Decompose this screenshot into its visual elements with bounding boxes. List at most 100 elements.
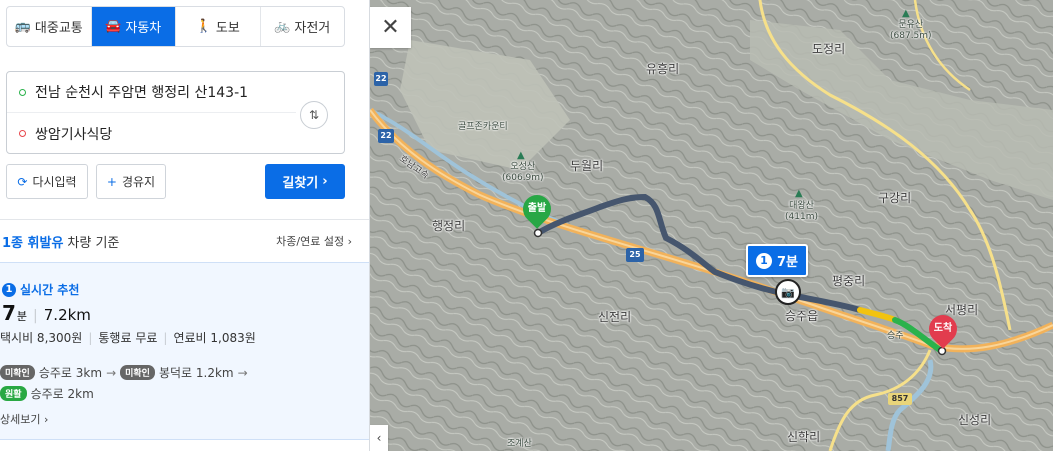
result-title-label: 실시간 추천 (20, 283, 80, 297)
mountain-label: 문유산 (687.5m) (890, 20, 932, 41)
walk-icon: 🚶 (195, 19, 212, 34)
swap-arrows-icon: ⇅ (308, 108, 320, 122)
highway-shield-label: 22 (380, 131, 392, 140)
route-time: 7분 (776, 255, 798, 270)
route-actions: ⟳ 다시입력 + 경유지 길찾기 › (6, 164, 345, 199)
route-result-card[interactable]: 1 실시간 추천 7 분 | 7.2km 택시비 8,300원 | 통행료 무료… (0, 262, 369, 440)
traffic-badge: 원활 (0, 386, 27, 401)
tab-label: 대중교통 (34, 21, 83, 36)
taxi-fare: 택시비 8,300원 (0, 331, 83, 345)
origin-dot-icon (19, 88, 26, 96)
route-time-badge[interactable]: 1 7분 (746, 244, 808, 277)
origin-field[interactable]: 전남 순천시 주암면 행정리 산143-1 (7, 72, 296, 113)
fuel-suffix: 차량 기준 (67, 235, 120, 251)
result-summary: 7 분 | 7.2km (2, 301, 91, 325)
mountain-label: 대왕산 (411m) (785, 201, 818, 222)
tab-car[interactable]: 🚘 자동차 (91, 7, 176, 46)
tab-bicycle[interactable]: 🚲 자전거 (261, 7, 345, 46)
find-route-button[interactable]: 길찾기 › (265, 164, 345, 199)
map-view[interactable]: 22 22 25 857 호남고속 도정리 유흥리 골프존카운티 두월리 행정리… (370, 0, 1053, 451)
place-label: 신전리 (598, 310, 632, 324)
highway-shield-label: 25 (629, 250, 641, 259)
origin-text: 전남 순천시 주암면 행정리 산143-1 (35, 85, 249, 101)
plus-icon: + (106, 174, 117, 189)
refresh-icon: ⟳ (17, 174, 28, 189)
waypoint-label: 경유지 (121, 175, 156, 189)
place-label: 구강리 (878, 191, 912, 205)
mountain-icon: ▲ (795, 188, 803, 199)
add-waypoint-button[interactable]: + 경유지 (96, 164, 166, 199)
tab-label: 자동차 (125, 21, 162, 36)
fuel-info: 1종 휘발유 차량 기준 차종/연료 설정 › (0, 228, 369, 254)
road-shield-label: 857 (891, 394, 909, 403)
place-label: 신성리 (958, 413, 992, 427)
mountain-label: 오성산 (606.9m) (502, 162, 544, 183)
divider (0, 219, 369, 220)
bicycle-icon: 🚲 (274, 19, 291, 34)
place-label: 행정리 (432, 219, 466, 233)
chevron-left-icon: ‹ (376, 431, 382, 445)
cost-info: 택시비 8,300원 | 통행료 무료 | 연료비 1,083원 (0, 329, 256, 346)
divider: | (163, 330, 168, 345)
place-label: 신학리 (787, 430, 821, 444)
route-search-panel: 🚌 대중교통 🚘 자동차 🚶 도보 🚲 자전거 전남 순천시 주암면 행정리 산… (0, 0, 370, 451)
place-label: 평중리 (832, 274, 866, 288)
place-label: 도정리 (812, 42, 846, 56)
tab-public-transit[interactable]: 🚌 대중교통 (7, 7, 92, 46)
start-marker[interactable]: 출발 (517, 189, 557, 229)
road-segment: 승주로 3km (38, 366, 103, 380)
reset-label: 다시입력 (32, 175, 77, 189)
detail-label: 상세보기 (0, 413, 41, 426)
fuel-cost: 연료비 1,083원 (173, 331, 256, 345)
divider: | (88, 330, 93, 345)
reset-button[interactable]: ⟳ 다시입력 (6, 164, 88, 199)
swap-button[interactable]: ⇅ (300, 101, 328, 129)
destination-field[interactable]: 쌍암기사식당 (7, 113, 296, 154)
mountain-icon: ▲ (517, 150, 525, 161)
fuel-type[interactable]: 1종 휘발유 (2, 232, 63, 251)
route-number: 1 (755, 252, 772, 269)
road-segment: 봉덕로 1.2km (158, 366, 234, 380)
vehicle-setting-link[interactable]: 차종/연료 설정 › (276, 233, 352, 249)
detail-link[interactable]: 상세보기 › (0, 411, 48, 427)
toll-fee: 통행료 무료 (98, 331, 158, 345)
place-label: 골프존카운티 (458, 122, 508, 132)
traffic-badge: 미확인 (120, 365, 155, 380)
place-label: 승주 (887, 331, 904, 341)
start-label: 출발 (527, 203, 547, 214)
place-label: 유흥리 (646, 62, 680, 76)
duration-minutes: 7 (2, 301, 16, 325)
start-point (533, 228, 543, 238)
close-button[interactable]: ✕ (370, 7, 411, 48)
place-label: 두월리 (570, 159, 604, 173)
car-icon: 🚘 (105, 19, 122, 34)
highway-shield-label: 22 (375, 74, 387, 83)
result-number-badge: 1 (2, 282, 16, 297)
find-label: 길찾기 (282, 176, 319, 191)
route-inputs: 전남 순천시 주암면 행정리 산143-1 쌍암기사식당 ⇅ (6, 71, 345, 154)
destination-dot-icon (19, 130, 26, 137)
vehicle-setting-label: 차종/연료 설정 (276, 235, 345, 248)
destination-text: 쌍암기사식당 (35, 126, 113, 143)
duration-unit: 분 (16, 310, 28, 323)
place-label: 승주읍 (785, 309, 819, 323)
place-label: 조계산 (507, 439, 532, 449)
collapse-panel-button[interactable]: ‹ (370, 425, 388, 451)
tab-label: 도보 (215, 21, 240, 36)
result-title: 1 실시간 추천 (2, 281, 79, 298)
tab-label: 자전거 (294, 21, 331, 36)
road-segments: 미확인 승주로 3km → 미확인 봉덕로 1.2km → (0, 364, 248, 381)
arrow-right-icon: → (106, 365, 117, 380)
distance: 7.2km (43, 306, 91, 324)
map-canvas[interactable] (370, 0, 1053, 451)
tab-walk[interactable]: 🚶 도보 (176, 7, 261, 46)
end-marker[interactable]: 도착 (923, 309, 963, 349)
chevron-right-icon: › (322, 174, 328, 189)
divider: | (33, 308, 38, 324)
road-segments-2: 원활 승주로 2km (0, 385, 94, 402)
end-label: 도착 (933, 323, 953, 334)
arrow-right-icon: → (237, 365, 248, 380)
mountain-icon: ▲ (902, 8, 910, 19)
speed-camera-icon[interactable]: 📷 (775, 279, 801, 305)
bus-icon: 🚌 (14, 19, 31, 34)
